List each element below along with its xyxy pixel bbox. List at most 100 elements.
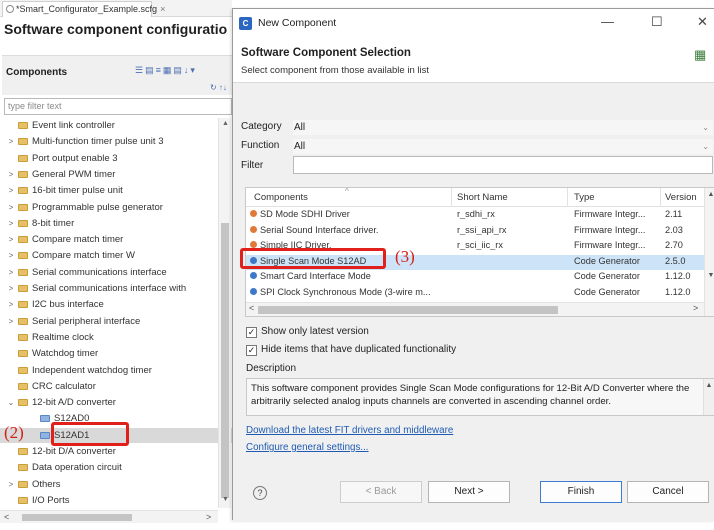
back-button[interactable]: < Back — [340, 481, 422, 503]
chevron-down-icon[interactable]: ⌄ — [6, 395, 16, 410]
maximize-icon[interactable]: ☐ — [651, 14, 663, 30]
components-toolbar-icons[interactable]: ☰▤≡▦▤↓▾ — [135, 65, 197, 76]
tab-close-icon[interactable]: × — [160, 4, 165, 14]
tree-item[interactable]: > Multi-function timer pulse unit 3 — [0, 134, 232, 149]
checkbox-checked-icon[interactable]: ✓ — [246, 327, 257, 338]
component-name: Smart Card Interface Mode — [260, 271, 371, 281]
callout-box-3 — [240, 248, 386, 269]
tree-item[interactable]: Independent watchdog timer — [0, 363, 232, 378]
chevron-right-icon[interactable]: > — [6, 248, 16, 263]
hide-duplicates-label: Hide items that have duplicated function… — [261, 344, 457, 355]
table-vertical-scrollbar[interactable]: ▲ ▼ — [704, 188, 714, 316]
table-horizontal-scrollbar[interactable]: < > — [246, 302, 704, 316]
tree-item[interactable]: >8-bit timer — [0, 216, 232, 231]
chevron-right-icon[interactable]: > — [6, 265, 16, 280]
component-type-icon — [250, 272, 257, 279]
chevron-right-icon[interactable]: > — [6, 134, 16, 149]
tree-item[interactable]: Realtime clock — [0, 330, 232, 345]
tree-item[interactable]: > Serial communications interface with — [0, 281, 232, 296]
tree-scroll-thumb[interactable] — [221, 223, 229, 498]
tree-item[interactable]: > Others — [0, 477, 232, 492]
tree-item[interactable]: Watchdog timer — [0, 346, 232, 361]
chevron-right-icon[interactable]: > — [6, 477, 16, 492]
function-select[interactable]: All ⌄ — [293, 139, 713, 154]
tree-item[interactable]: CRC calculator — [0, 379, 232, 394]
scroll-right-icon[interactable]: > — [206, 512, 211, 522]
chevron-right-icon[interactable]: > — [6, 200, 16, 215]
column-header-components[interactable]: Components — [254, 192, 308, 203]
cell-type: Code Generator — [574, 286, 640, 297]
chevron-right-icon[interactable]: > — [6, 314, 16, 329]
tree-item[interactable]: Port output enable 3 — [0, 151, 232, 166]
tree-item[interactable]: > Programmable pulse generator — [0, 200, 232, 215]
chevron-right-icon[interactable]: > — [6, 216, 16, 231]
tree-item[interactable]: > Compare match timer W — [0, 248, 232, 263]
scroll-down-icon[interactable]: ▼ — [706, 272, 714, 279]
configure-settings-link[interactable]: Configure general settings... — [246, 442, 369, 453]
chevron-right-icon[interactable]: > — [6, 281, 16, 296]
tree-item[interactable]: >16-bit timer pulse unit — [0, 183, 232, 198]
folder-icon — [18, 464, 28, 472]
next-button[interactable]: Next > — [428, 481, 510, 503]
close-icon[interactable]: ✕ — [697, 14, 708, 30]
minimize-icon[interactable]: — — [601, 14, 614, 29]
table-hscroll-thumb[interactable] — [258, 306, 558, 314]
scroll-up-icon[interactable]: ▲ — [706, 191, 714, 198]
tree-item[interactable]: > Serial communications interface — [0, 265, 232, 280]
components-toolbar2-icons[interactable]: ↻ ↑↓ — [210, 83, 227, 92]
filter-input[interactable] — [293, 156, 713, 174]
tree-item[interactable]: Data operation circuit — [0, 460, 232, 475]
tree-item[interactable]: 12-bit D/A converter — [0, 444, 232, 459]
scroll-left-icon[interactable]: < — [249, 303, 254, 313]
tree-item-label: Multi-function timer pulse unit 3 — [32, 136, 164, 148]
chevron-right-icon[interactable]: > — [6, 183, 16, 198]
checkbox-checked-icon[interactable]: ✓ — [246, 345, 257, 356]
components-panel-header: Components ☰▤≡▦▤↓▾ ↻ ↑↓ — [2, 55, 232, 95]
tree-item[interactable]: > Compare match timer — [0, 232, 232, 247]
finish-button[interactable]: Finish — [540, 481, 622, 503]
chevron-right-icon[interactable]: > — [6, 167, 16, 182]
tree-item-label: 12-bit A/D converter — [32, 397, 116, 409]
tree-hscroll-thumb[interactable] — [22, 514, 132, 521]
description-text: This software component provides Single … — [251, 383, 690, 407]
scroll-down-icon[interactable]: ▼ — [220, 496, 231, 503]
chevron-right-icon[interactable]: > — [6, 232, 16, 247]
tree-item[interactable]: ⌄ 12-bit A/D converter — [0, 395, 232, 410]
column-header-type[interactable]: Type — [574, 192, 595, 203]
folder-icon — [18, 219, 28, 227]
tree-item-label: 8-bit timer — [32, 217, 75, 229]
scroll-up-icon[interactable]: ▲ — [220, 120, 231, 127]
tree-horizontal-scrollbar[interactable]: < > — [0, 510, 218, 523]
tree-item[interactable]: Event link controller — [0, 118, 232, 133]
dialog-footer: ? < Back Next > Finish Cancel — [233, 473, 714, 521]
component-name: SD Mode SDHI Driver — [260, 209, 350, 219]
scroll-right-icon[interactable]: > — [693, 303, 698, 313]
table-row[interactable]: SPI Clock Synchronous Mode (3-wire m... C… — [246, 286, 714, 301]
download-fit-link[interactable]: Download the latest FIT drivers and midd… — [246, 425, 453, 436]
table-row[interactable]: SD Mode SDHI Driver r_sdhi_rx Firmware Int… — [246, 208, 714, 223]
scroll-left-icon[interactable]: < — [4, 512, 9, 522]
chevron-right-icon[interactable]: > — [6, 297, 16, 312]
cell-version: 1.12.0 — [665, 286, 691, 297]
folder-icon — [18, 480, 28, 488]
tree-vertical-scrollbar[interactable]: ▲ ▼ — [218, 118, 231, 508]
table-row[interactable]: Serial Sound Interface driver. r_ssi_api_… — [246, 224, 714, 239]
tree-item[interactable]: I/O Ports — [0, 493, 232, 508]
column-header-short-name[interactable]: Short Name — [457, 192, 508, 203]
tree-item[interactable]: > Serial peripheral interface — [0, 314, 232, 329]
folder-icon — [18, 122, 28, 129]
component-filter-input[interactable]: type filter text — [4, 98, 232, 115]
column-header-version[interactable]: Version — [665, 192, 697, 203]
folder-icon — [18, 366, 28, 374]
dialog-heading: Software Component Selection — [241, 47, 411, 59]
table-row[interactable]: Smart Card Interface Mode Code Generator 1… — [246, 270, 714, 285]
tree-item[interactable]: > General PWM timer — [0, 167, 232, 182]
tree-item-label: I2C bus interface — [32, 299, 104, 311]
help-icon[interactable]: ? — [253, 486, 267, 500]
category-select[interactable]: All ⌄ — [293, 120, 713, 135]
tree-item-label: Compare match timer W — [32, 250, 135, 262]
tree-item[interactable]: > I2C bus interface — [0, 297, 232, 312]
editor-tab[interactable]: *Smart_Configurator_Example.scfg × — [2, 1, 165, 17]
cancel-button[interactable]: Cancel — [627, 481, 709, 503]
description-scrollbar[interactable]: ▲ — [703, 379, 714, 415]
